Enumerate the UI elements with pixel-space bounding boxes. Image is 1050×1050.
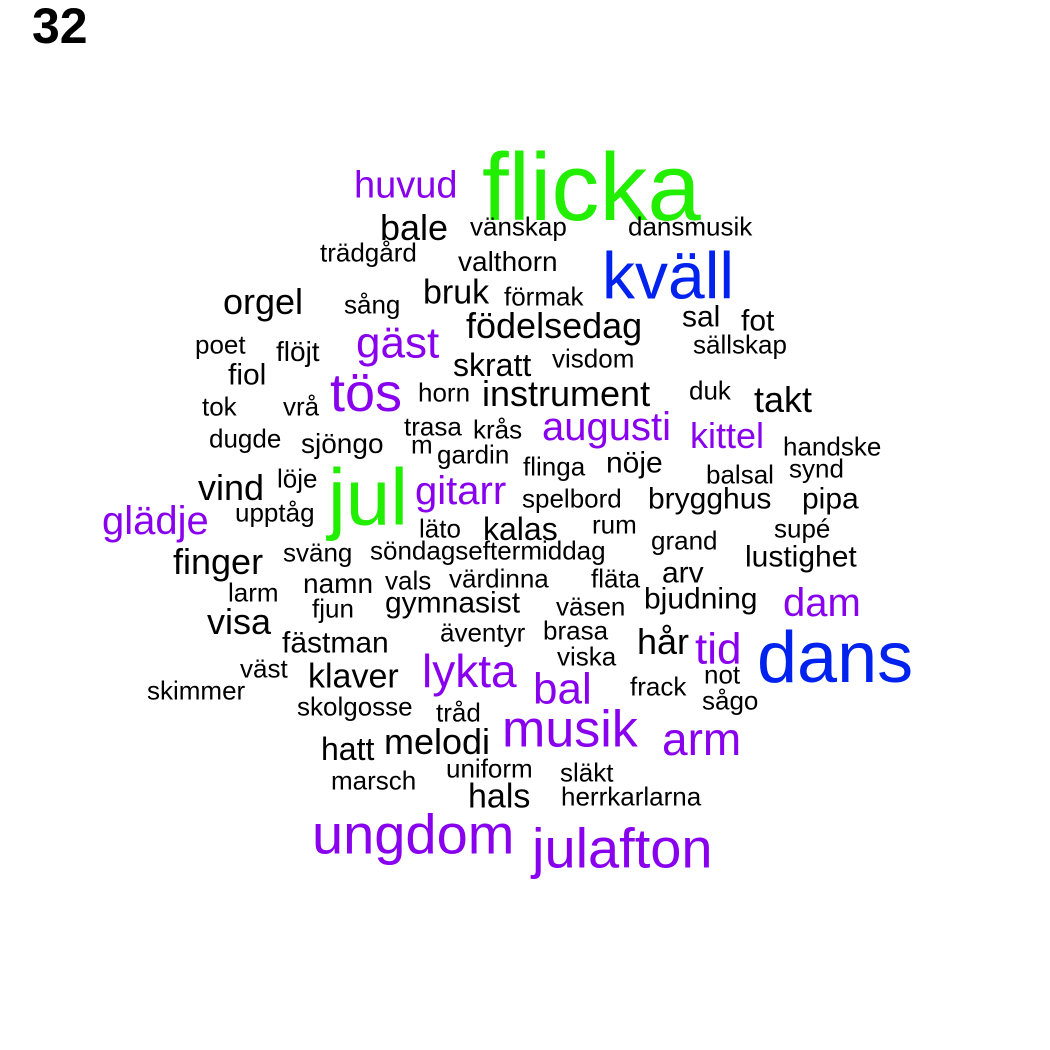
word-horn: horn xyxy=(418,377,471,408)
word-musik: musik xyxy=(502,700,638,759)
word-noje: nöje xyxy=(606,446,663,480)
word-sal: sal xyxy=(682,300,721,334)
word-gast: gäst xyxy=(356,318,440,368)
word-dam: dam xyxy=(783,580,861,625)
word-finger: finger xyxy=(173,540,264,582)
word-kvall: kväll xyxy=(602,238,735,313)
word-tradgard: trädgård xyxy=(320,237,417,268)
word-flinga: flinga xyxy=(523,451,586,482)
word-fodelsedag: födelsedag xyxy=(466,304,643,346)
word-m: m xyxy=(411,429,433,460)
word-svang: sväng xyxy=(283,537,353,568)
word-cloud: flicka huvud bale vänskap dansmusik trädgård v… xyxy=(0,0,1050,1050)
word-flata: fläta xyxy=(591,563,641,594)
word-frack: frack xyxy=(630,671,687,702)
word-sondagseftermiddag: söndagseftermiddag xyxy=(370,535,606,566)
word-rum: rum xyxy=(592,509,637,540)
word-pipa: pipa xyxy=(802,482,859,516)
word-gladje: glädje xyxy=(102,498,209,543)
word-ungdom: ungdom xyxy=(312,802,515,866)
word-loje: löje xyxy=(277,463,318,494)
word-hatt: hatt xyxy=(321,731,375,768)
word-huvud: huvud xyxy=(354,164,458,207)
word-tos: tös xyxy=(330,362,403,423)
word-skimmer: skimmer xyxy=(147,675,246,706)
word-har: hår xyxy=(637,620,690,662)
word-synd: synd xyxy=(789,453,844,484)
word-fastman: fästman xyxy=(282,626,389,660)
word-lustighet: lustighet xyxy=(745,540,857,574)
word-lykta: lykta xyxy=(422,645,517,698)
word-gardin: gardin xyxy=(437,439,510,470)
word-jul: jul xyxy=(328,452,409,542)
word-upptag: upptåg xyxy=(235,497,315,528)
word-kittel: kittel xyxy=(690,414,765,456)
word-vra: vrå xyxy=(283,391,320,422)
word-sago: sågo xyxy=(702,685,759,716)
word-dansmusik: dansmusik xyxy=(628,211,753,242)
word-spelbord: spelbord xyxy=(522,483,622,514)
word-arm: arm xyxy=(662,713,742,766)
word-augusti: augusti xyxy=(542,404,671,449)
word-herrkarlarna: herrkarlarna xyxy=(561,781,702,812)
word-dugde: dugde xyxy=(209,423,282,454)
word-grand: grand xyxy=(651,525,718,556)
word-dans: dans xyxy=(757,617,914,698)
word-vast: väst xyxy=(240,653,288,684)
word-supe: supé xyxy=(774,513,831,544)
word-not: not xyxy=(704,659,741,690)
word-vanskap: vänskap xyxy=(470,211,567,242)
word-sallskap: sällskap xyxy=(693,329,787,360)
word-gymnasist: gymnasist xyxy=(385,586,521,620)
word-brasa: brasa xyxy=(543,615,609,646)
word-visa: visa xyxy=(207,600,272,642)
word-marsch: marsch xyxy=(331,765,417,796)
word-valthorn: valthorn xyxy=(458,246,558,278)
word-takt: takt xyxy=(754,378,813,420)
word-tok: tok xyxy=(202,391,237,422)
word-klaver: klaver xyxy=(308,657,399,696)
word-sang: sång xyxy=(344,289,401,320)
word-duk: duk xyxy=(689,375,731,406)
word-julafton: julafton xyxy=(532,816,713,880)
word-skolgosse: skolgosse xyxy=(297,691,413,722)
word-aventyr: äventyr xyxy=(440,617,526,648)
word-fjun: fjun xyxy=(312,593,354,624)
word-brygghus: brygghus xyxy=(648,482,772,516)
word-bjudning: bjudning xyxy=(644,582,758,616)
word-poet: poet xyxy=(195,329,246,360)
word-fiol: fiol xyxy=(228,358,267,392)
word-visdom: visdom xyxy=(552,343,635,374)
word-gitarr: gitarr xyxy=(415,468,507,513)
word-orgel: orgel xyxy=(223,280,304,322)
word-flojt: flöjt xyxy=(276,336,320,368)
